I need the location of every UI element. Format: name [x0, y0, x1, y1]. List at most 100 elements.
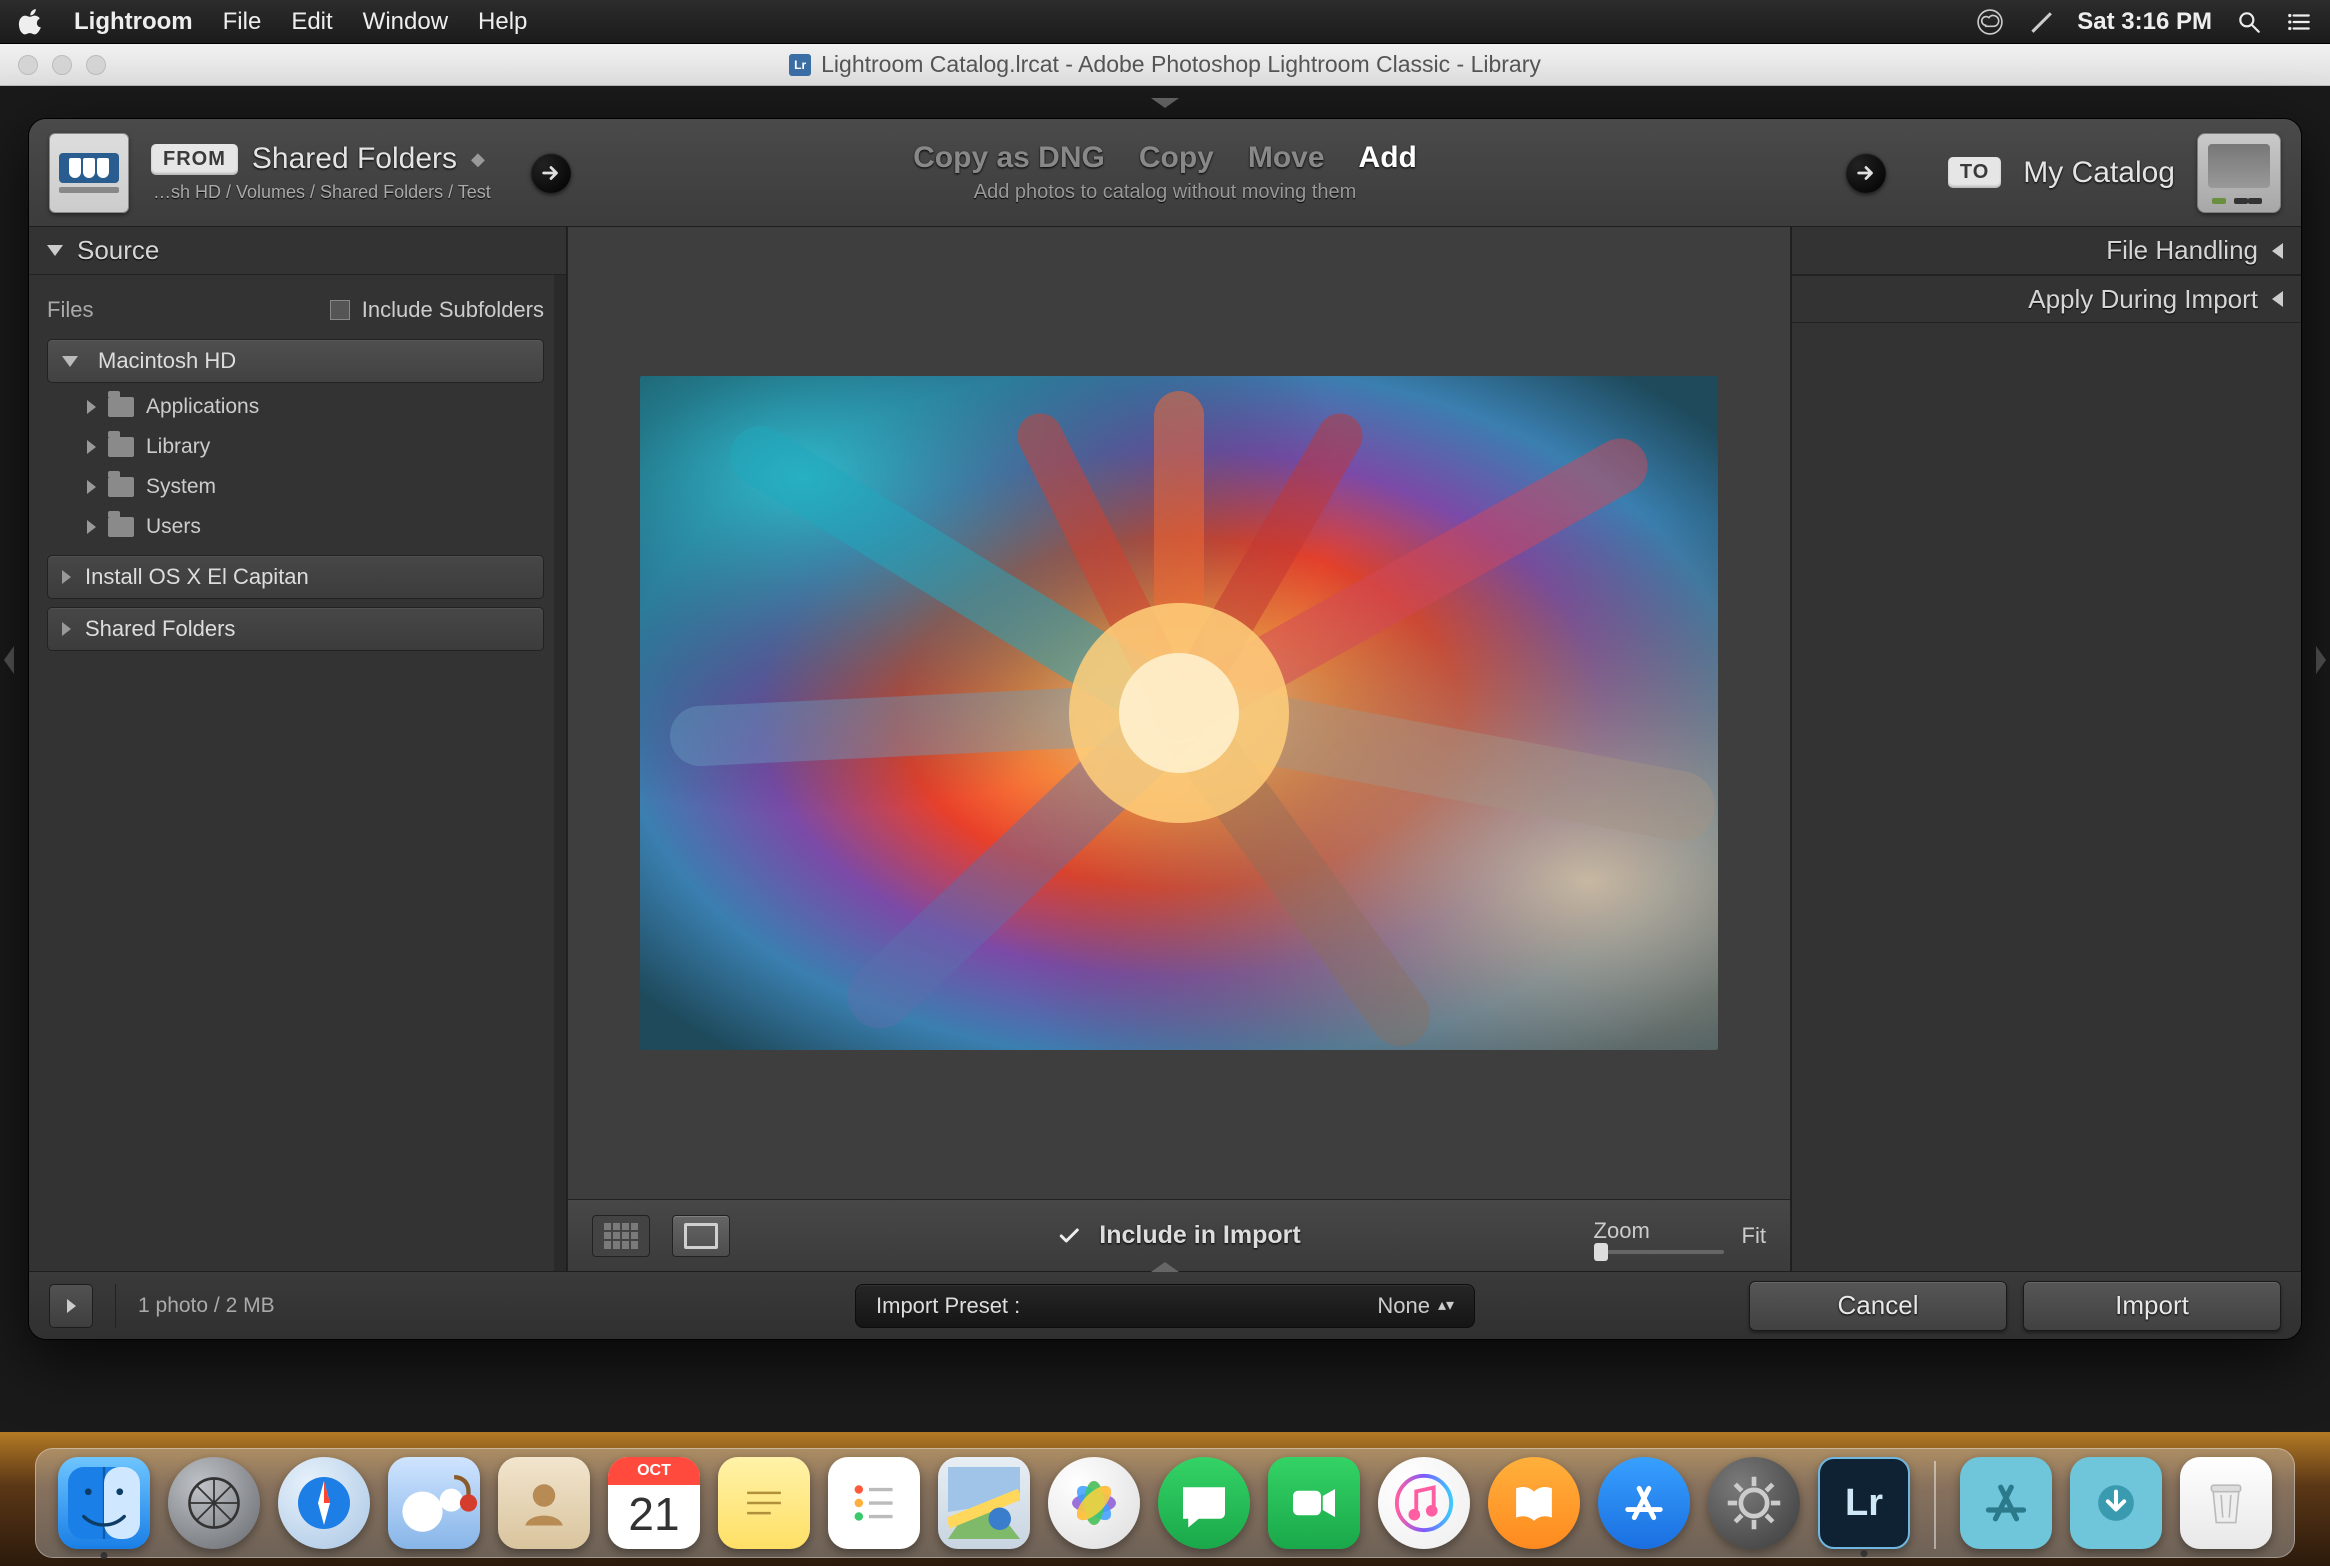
- minimize-import-button[interactable]: [49, 1284, 93, 1328]
- dock-messages[interactable]: [1158, 1457, 1250, 1549]
- right-panel-expand-icon[interactable]: [2316, 646, 2326, 674]
- menubar-item-help[interactable]: Help: [478, 8, 527, 36]
- preview-panel: Include in Import Zoom Fit: [567, 227, 1791, 1271]
- panel-collapse-top-icon[interactable]: [1151, 98, 1179, 108]
- window-title: Lightroom Catalog.lrcat - Adobe Photosho…: [821, 51, 1541, 78]
- dock-applications-folder[interactable]: [1960, 1457, 2052, 1549]
- dock-app-store[interactable]: [1598, 1457, 1690, 1549]
- volume-install-osx[interactable]: Install OS X El Capitan: [47, 555, 544, 599]
- panel-collapse-bottom-icon[interactable]: [1151, 1262, 1179, 1272]
- file-handling-section[interactable]: File Handling: [1792, 227, 2301, 275]
- folder-library[interactable]: Library: [47, 427, 544, 467]
- folder-applications[interactable]: Applications: [47, 387, 544, 427]
- dock-finder[interactable]: [58, 1457, 150, 1549]
- left-panel-expand-icon[interactable]: [4, 646, 14, 674]
- dock-calendar[interactable]: OCT 21: [608, 1457, 700, 1549]
- mode-add[interactable]: Add: [1359, 141, 1417, 175]
- macos-menubar: Lightroom File Edit Window Help Sat 3:16…: [0, 0, 2330, 44]
- dock-mail[interactable]: [388, 1457, 480, 1549]
- folder-icon: [108, 517, 134, 537]
- dock-photos[interactable]: [1048, 1457, 1140, 1549]
- dock-system-preferences[interactable]: [1708, 1457, 1800, 1549]
- notification-center-icon[interactable]: [2286, 9, 2312, 35]
- creative-cloud-icon[interactable]: [1977, 9, 2003, 35]
- spotlight-search-icon[interactable]: [2236, 9, 2262, 35]
- dock-separator: [1934, 1461, 1936, 1549]
- lightroom-doc-icon: Lr: [789, 54, 811, 76]
- dock-trash[interactable]: [2180, 1457, 2272, 1549]
- mode-move[interactable]: Move: [1248, 141, 1325, 175]
- ink-icon[interactable]: [2027, 9, 2053, 35]
- from-title: Shared Folders: [252, 142, 457, 176]
- import-preset-label: Import Preset :: [876, 1293, 1020, 1319]
- menubar-item-edit[interactable]: Edit: [291, 8, 332, 36]
- folder-system[interactable]: System: [47, 467, 544, 507]
- left-scrollbar[interactable]: [554, 275, 566, 1271]
- cancel-button[interactable]: Cancel: [1749, 1281, 2007, 1331]
- calendar-month: OCT: [608, 1457, 700, 1485]
- chevron-right-icon: [87, 520, 96, 534]
- preview-toolbar: Include in Import Zoom Fit: [568, 1199, 1790, 1271]
- menubar-item-window[interactable]: Window: [363, 8, 448, 36]
- to-title[interactable]: My Catalog: [2023, 156, 2175, 190]
- folder-users[interactable]: Users: [47, 507, 544, 547]
- dock-launchpad[interactable]: [168, 1457, 260, 1549]
- include-in-import-toggle[interactable]: Include in Import: [1057, 1221, 1300, 1250]
- menubar-item-file[interactable]: File: [223, 8, 262, 36]
- dock-notes[interactable]: [718, 1457, 810, 1549]
- mode-copy-as-dng[interactable]: Copy as DNG: [913, 141, 1105, 175]
- dock-contacts[interactable]: [498, 1457, 590, 1549]
- grid-view-button[interactable]: [592, 1215, 650, 1257]
- import-preset-dropdown[interactable]: Import Preset : None ▴▾: [855, 1284, 1475, 1328]
- dock-downloads-folder[interactable]: [2070, 1457, 2162, 1549]
- photo-preview[interactable]: [640, 376, 1718, 1050]
- dock-facetime[interactable]: [1268, 1457, 1360, 1549]
- apple-logo-icon[interactable]: [18, 9, 44, 35]
- chevron-right-icon: [87, 480, 96, 494]
- settings-panel: File Handling Apply During Import: [1791, 227, 2301, 1271]
- chevron-right-icon: [87, 400, 96, 414]
- menubar-clock[interactable]: Sat 3:16 PM: [2077, 8, 2212, 36]
- volume-shared-folders[interactable]: Shared Folders: [47, 607, 544, 651]
- volume-macintosh-hd[interactable]: Macintosh HD: [47, 339, 544, 383]
- folder-icon: [108, 397, 134, 417]
- import-footer: 1 photo / 2 MB Import Preset : None ▴▾ Ca…: [29, 1271, 2301, 1339]
- updown-caret-icon: ▴▾: [1438, 1302, 1454, 1310]
- import-preset-value: None: [1377, 1293, 1430, 1319]
- mode-description: Add photos to catalog without moving the…: [913, 181, 1417, 204]
- source-arrow-button[interactable]: [531, 153, 571, 193]
- zoom-slider[interactable]: [1594, 1250, 1724, 1254]
- files-label: Files: [47, 297, 93, 323]
- dock-reminders[interactable]: [828, 1457, 920, 1549]
- source-selector[interactable]: FROM Shared Folders ◆ …sh HD / Volumes /…: [151, 142, 491, 203]
- dock-safari[interactable]: [278, 1457, 370, 1549]
- from-caret-icon: ◆: [471, 149, 485, 170]
- macos-dock: OCT 21 Lr: [35, 1448, 2295, 1558]
- import-stats: 1 photo / 2 MB: [115, 1284, 275, 1328]
- include-subfolders-label[interactable]: Include Subfolders: [362, 297, 544, 323]
- include-subfolders-checkbox[interactable]: [330, 300, 350, 320]
- fit-label[interactable]: Fit: [1742, 1223, 1766, 1249]
- network-drive-icon[interactable]: [49, 133, 129, 213]
- folder-icon: [108, 477, 134, 497]
- apply-during-import-section[interactable]: Apply During Import: [1792, 275, 2301, 323]
- to-pill: TO: [1948, 157, 2001, 188]
- chevron-right-icon: [87, 440, 96, 454]
- menubar-app-name[interactable]: Lightroom: [74, 8, 193, 36]
- chevron-left-icon: [2272, 243, 2283, 259]
- dock-maps[interactable]: [938, 1457, 1030, 1549]
- import-mode-group: Copy as DNG Copy Move Add Add photos to …: [913, 141, 1417, 204]
- chevron-right-icon: [62, 570, 71, 584]
- chevron-down-icon[interactable]: [47, 245, 63, 256]
- mode-copy[interactable]: Copy: [1139, 141, 1214, 175]
- loupe-view-button[interactable]: [672, 1215, 730, 1257]
- dock-itunes[interactable]: [1378, 1457, 1470, 1549]
- source-panel-title: Source: [77, 235, 159, 266]
- import-button[interactable]: Import: [2023, 1281, 2281, 1331]
- dock-lightroom[interactable]: Lr: [1818, 1457, 1910, 1549]
- dock-ibooks[interactable]: [1488, 1457, 1580, 1549]
- zoom-label: Zoom: [1594, 1218, 1650, 1244]
- hard-drive-icon[interactable]: [2197, 133, 2281, 213]
- destination-arrow-button[interactable]: [1846, 153, 1886, 193]
- running-indicator-icon: [101, 1552, 108, 1559]
